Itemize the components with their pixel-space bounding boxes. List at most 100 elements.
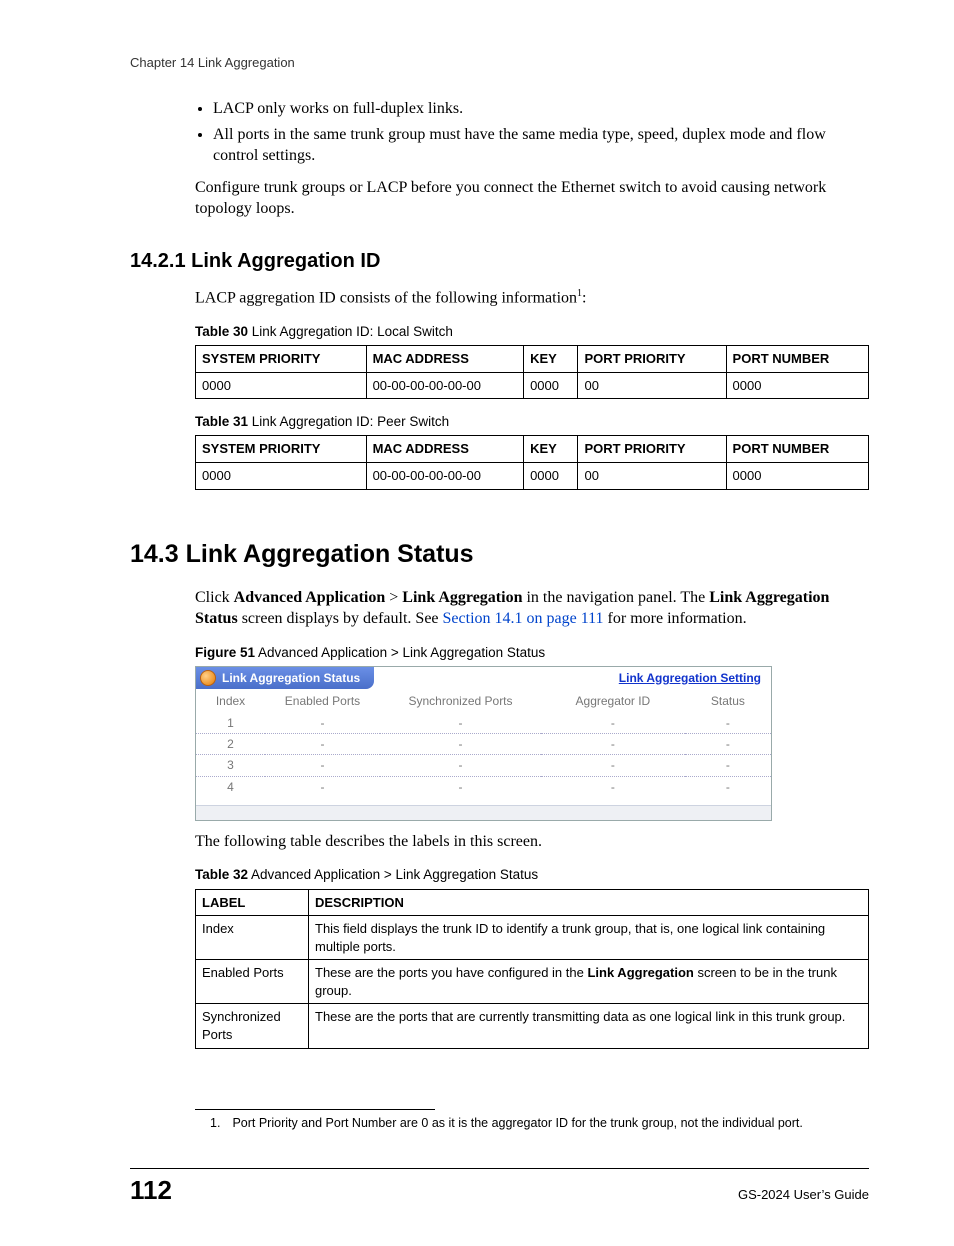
footnote-num: 1. xyxy=(210,1116,220,1130)
table-row: Index This field displays the trunk ID t… xyxy=(196,916,869,960)
fig-idx: 3 xyxy=(196,755,265,776)
fig-cell: - xyxy=(685,776,771,797)
table31-caption: Table 31 Link Aggregation ID: Peer Switc… xyxy=(195,413,869,431)
fig-cell: - xyxy=(685,755,771,776)
bullet-lacp-duplex: LACP only works on full-duplex links. xyxy=(213,98,869,120)
td-mac-address: 00-00-00-00-00-00 xyxy=(366,462,524,489)
figure-footer-bar xyxy=(196,805,771,820)
th-port-priority: PORT PRIORITY xyxy=(578,436,726,463)
table-row: LABEL DESCRIPTION xyxy=(196,889,869,916)
table-row: 3 - - - - xyxy=(196,755,771,776)
bullet-trunk-media: All ports in the same trunk group must h… xyxy=(213,124,869,167)
figure51-caption-text: Advanced Application > Link Aggregation … xyxy=(255,645,545,660)
td-port-priority: 00 xyxy=(578,372,726,399)
th-mac-address: MAC ADDRESS xyxy=(366,436,524,463)
lacp-id-lead: LACP aggregation ID consists of the foll… xyxy=(195,287,869,309)
link-aggregation-setting-link[interactable]: Link Aggregation Setting xyxy=(619,670,761,686)
heading-14-2-1: 14.2.1 Link Aggregation ID xyxy=(130,250,894,273)
td-desc-enabled-ports: These are the ports you have configured … xyxy=(309,960,869,1004)
table32-caption-text: Advanced Application > Link Aggregation … xyxy=(248,867,538,882)
td-key: 0000 xyxy=(524,372,578,399)
section-14-1-link[interactable]: Section 14.1 on page 111 xyxy=(443,610,604,627)
td-port-priority: 00 xyxy=(578,462,726,489)
figure51-caption-bold: Figure 51 xyxy=(195,645,255,660)
fig-h-aggregator-id: Aggregator ID xyxy=(541,689,685,713)
figure51-caption: Figure 51 Advanced Application > Link Ag… xyxy=(195,644,869,662)
table-row: SYSTEM PRIORITY MAC ADDRESS KEY PORT PRI… xyxy=(196,346,869,373)
fig-cell: - xyxy=(265,776,380,797)
content-block: LACP only works on full-duplex links. Al… xyxy=(195,98,869,220)
lead-suffix: : xyxy=(582,289,586,306)
fig-h-index: Index xyxy=(196,689,265,713)
fig-h-sync-ports: Synchronized Ports xyxy=(380,689,541,713)
fig-cell: - xyxy=(685,734,771,755)
td-system-priority: 0000 xyxy=(196,462,367,489)
fig-h-enabled-ports: Enabled Ports xyxy=(265,689,380,713)
table-row: Index Enabled Ports Synchronized Ports A… xyxy=(196,689,771,713)
table-row: 2 - - - - xyxy=(196,734,771,755)
table-row: Synchronized Ports These are the ports t… xyxy=(196,1004,869,1048)
p1d: Link Aggregation xyxy=(402,589,522,606)
table-31: SYSTEM PRIORITY MAC ADDRESS KEY PORT PRI… xyxy=(195,435,869,489)
figure-titlebar: Link Aggregation Status Link Aggregation… xyxy=(196,667,771,689)
fig-cell: - xyxy=(380,734,541,755)
td-label-sync-ports: Synchronized Ports xyxy=(196,1004,309,1048)
intro-bullets: LACP only works on full-duplex links. Al… xyxy=(213,98,869,167)
th-port-priority: PORT PRIORITY xyxy=(578,346,726,373)
lead-text: LACP aggregation ID consists of the foll… xyxy=(195,289,577,306)
th-key: KEY xyxy=(524,436,578,463)
r2db: Link Aggregation xyxy=(587,965,693,980)
figure-table: Index Enabled Ports Synchronized Ports A… xyxy=(196,689,771,797)
table30-caption: Table 30 Link Aggregation ID: Local Swit… xyxy=(195,323,869,341)
th-system-priority: SYSTEM PRIORITY xyxy=(196,346,367,373)
table31-caption-bold: Table 31 xyxy=(195,414,248,429)
figure-51: Link Aggregation Status Link Aggregation… xyxy=(195,666,772,821)
table31-caption-text: Link Aggregation ID: Peer Switch xyxy=(248,414,449,429)
th-mac-address: MAC ADDRESS xyxy=(366,346,524,373)
r2da: These are the ports you have configured … xyxy=(315,965,587,980)
table-32: LABEL DESCRIPTION Index This field displ… xyxy=(195,889,869,1049)
guide-name: GS-2024 User’s Guide xyxy=(738,1187,869,1202)
table-30: SYSTEM PRIORITY MAC ADDRESS KEY PORT PRI… xyxy=(195,345,869,399)
th-port-number: PORT NUMBER xyxy=(726,436,868,463)
p1b: Advanced Application xyxy=(234,589,386,606)
th-port-number: PORT NUMBER xyxy=(726,346,868,373)
footnote-rule xyxy=(195,1109,435,1110)
table-row: 0000 00-00-00-00-00-00 0000 00 0000 xyxy=(196,462,869,489)
table30-caption-bold: Table 30 xyxy=(195,324,248,339)
fig-cell: - xyxy=(541,776,685,797)
fig-cell: - xyxy=(541,713,685,734)
td-desc-sync-ports: These are the ports that are currently t… xyxy=(309,1004,869,1048)
intro-paragraph: Configure trunk groups or LACP before yo… xyxy=(195,177,869,220)
fig-idx: 4 xyxy=(196,776,265,797)
td-mac-address: 00-00-00-00-00-00 xyxy=(366,372,524,399)
td-label-enabled-ports: Enabled Ports xyxy=(196,960,309,1004)
table-row: 0000 00-00-00-00-00-00 0000 00 0000 xyxy=(196,372,869,399)
table32-caption: Table 32 Advanced Application > Link Agg… xyxy=(195,866,869,884)
p1g: screen displays by default. See xyxy=(238,610,443,627)
td-desc-index: This field displays the trunk ID to iden… xyxy=(309,916,869,960)
p1h: for more information. xyxy=(604,610,747,627)
td-label-index: Index xyxy=(196,916,309,960)
fig-cell: - xyxy=(380,755,541,776)
figure-tab-title: Link Aggregation Status xyxy=(222,670,360,686)
td-port-number: 0000 xyxy=(726,372,868,399)
td-port-number: 0000 xyxy=(726,462,868,489)
table30-caption-text: Link Aggregation ID: Local Switch xyxy=(248,324,453,339)
p1e: in the navigation panel. The xyxy=(522,589,709,606)
tab-dot-icon xyxy=(200,670,216,686)
table-row: 1 - - - - xyxy=(196,713,771,734)
heading-14-3: 14.3 Link Aggregation Status xyxy=(130,540,894,569)
fig-cell: - xyxy=(265,734,380,755)
td-key: 0000 xyxy=(524,462,578,489)
fig-cell: - xyxy=(685,713,771,734)
p1a: Click xyxy=(195,589,234,606)
status-paragraph-1: Click Advanced Application > Link Aggreg… xyxy=(195,587,869,630)
page-number: 112 xyxy=(130,1175,172,1206)
table-row: 4 - - - - xyxy=(196,776,771,797)
fig-cell: - xyxy=(265,755,380,776)
table-row: Enabled Ports These are the ports you ha… xyxy=(196,960,869,1004)
fig-cell: - xyxy=(265,713,380,734)
th-system-priority: SYSTEM PRIORITY xyxy=(196,436,367,463)
footnote-text: Port Priority and Port Number are 0 as i… xyxy=(232,1116,802,1130)
